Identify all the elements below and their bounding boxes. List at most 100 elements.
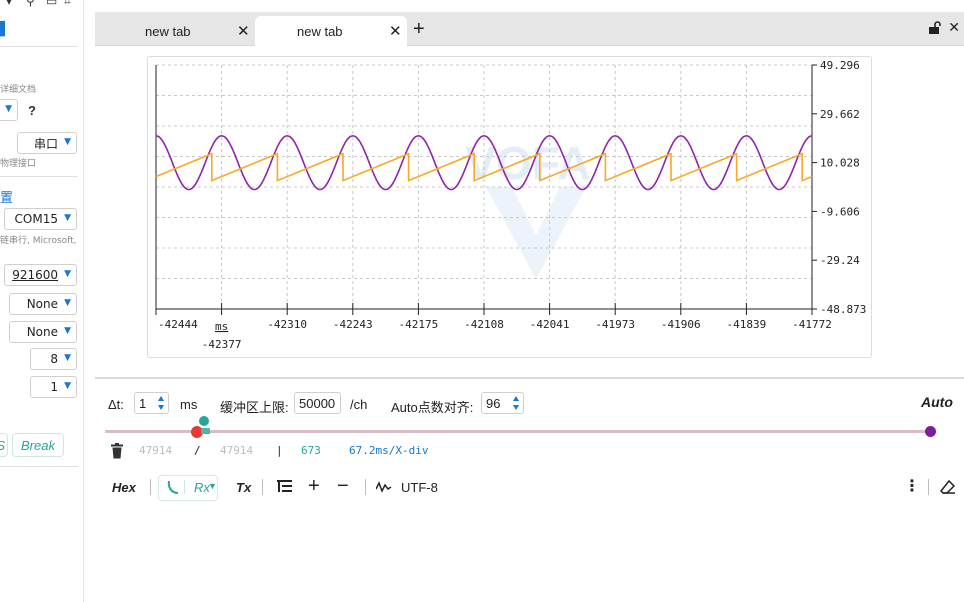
divider	[0, 46, 78, 47]
divider	[365, 479, 366, 495]
x-unit-label: ms	[215, 320, 228, 333]
range-slider-track[interactable]	[105, 430, 931, 433]
stat-separator: /	[194, 444, 201, 457]
plus-icon[interactable]: +	[308, 475, 320, 498]
tab-label: new tab	[297, 23, 343, 39]
auto-align-label: Auto点数对齐:	[391, 400, 474, 415]
trash-icon[interactable]	[110, 443, 124, 459]
section-marker-icon: ▌	[0, 22, 10, 37]
window-close-icon[interactable]: ✕	[948, 19, 960, 36]
range-slider-window[interactable]	[201, 428, 210, 434]
tab-bar: new tab ✕ new tab ✕ + ✕	[95, 12, 964, 46]
spinner-arrows-icon[interactable]	[157, 395, 165, 411]
parity-select[interactable]: None ▼	[9, 293, 77, 315]
title-strip	[95, 0, 964, 12]
divider	[262, 479, 263, 495]
buffer-unit: /ch	[350, 397, 368, 412]
y-tick-label: -9.606	[820, 205, 860, 218]
divider	[928, 479, 929, 495]
break-button[interactable]: Break	[12, 433, 64, 457]
waveform-icon[interactable]	[376, 481, 392, 493]
range-slider-end-handle[interactable]	[925, 426, 936, 437]
x-tick-label: -41973	[595, 318, 635, 331]
data-bits-select[interactable]: 8 ▼	[30, 348, 77, 370]
chevron-down-icon: ▼	[64, 137, 71, 147]
points-count: 673	[301, 444, 321, 457]
plus-icon[interactable]: +	[413, 18, 425, 41]
help-icon[interactable]: ?	[28, 103, 36, 118]
x-tick-label: -42377	[202, 338, 242, 351]
x-tick-label: -42310	[267, 318, 307, 331]
sidebar-top-toolbar: ▾ ⚲ ▭ ⌗	[0, 0, 84, 8]
chevron-down-icon[interactable]: ▼	[208, 481, 217, 491]
x-tick-label: -42243	[333, 318, 373, 331]
app-window: ▾ ⚲ ▭ ⌗ ▌ 详细文档 ▼ ? 串口 ▼ 物理接口 置 COM15 ▼ 链…	[0, 0, 964, 602]
range-slider-window-handle[interactable]	[199, 416, 209, 426]
flow-control-select[interactable]: None ▼	[9, 321, 77, 343]
divider	[150, 479, 151, 495]
divider	[0, 466, 78, 467]
section-title: 置	[0, 191, 14, 206]
buffer-label: 缓冲区上限:	[220, 400, 289, 415]
buffer-value: 50000	[299, 395, 336, 411]
x-tick-label: -42444	[158, 318, 198, 331]
phone-icon[interactable]	[167, 480, 179, 494]
stop-bits-select[interactable]: 1 ▼	[30, 376, 77, 398]
eraser-icon[interactable]	[940, 479, 956, 495]
unlock-icon[interactable]	[928, 21, 942, 35]
chevron-down-icon: ▼	[64, 298, 71, 308]
x-tick-label: -42175	[399, 318, 439, 331]
port-type-select[interactable]: 串口 ▼	[17, 132, 77, 154]
close-icon[interactable]: ✕	[237, 22, 250, 40]
y-tick-label: 29.662	[820, 108, 860, 121]
chevron-down-icon: ▼	[64, 269, 71, 279]
doc-link[interactable]: 详细文档	[0, 82, 36, 95]
divider	[184, 480, 185, 494]
hex-toggle[interactable]: Hex	[112, 480, 136, 495]
line-format-icon[interactable]	[277, 479, 292, 494]
send-button[interactable]: S	[0, 433, 8, 457]
chevron-down-icon: ▼	[64, 326, 71, 336]
chevron-down-icon: ▼	[64, 353, 71, 363]
tab-new-tab-2[interactable]: new tab ✕	[255, 16, 407, 46]
y-tick-label: -29.24	[820, 254, 860, 267]
minus-icon[interactable]: −	[337, 475, 349, 498]
com-port-desc: 链串行, Microsoft,	[0, 236, 77, 246]
encoding-select[interactable]: UTF-8	[401, 480, 438, 495]
chevron-down-icon: ▼	[5, 104, 12, 114]
waveform-chart[interactable]: VOFA49.29629.66210.028-9.606-29.24-48.87…	[148, 57, 873, 359]
file-icon[interactable]: ▭	[46, 0, 57, 8]
data-toolbar: Hex Rx ▼ Tx + − UTF-8 ⋮	[95, 473, 964, 501]
total-count: 47914	[220, 444, 254, 457]
tab-new-tab-1[interactable]: new tab ✕	[95, 16, 253, 46]
y-tick-label: 10.028	[820, 157, 860, 170]
y-tick-label: -48.873	[820, 303, 866, 316]
protocol-select[interactable]: ▼	[0, 99, 18, 121]
stat-bar: |	[276, 444, 283, 457]
chevron-down-icon: ▼	[64, 213, 71, 223]
link-icon[interactable]: ⚲	[26, 0, 35, 8]
spinner-arrows-icon[interactable]	[512, 395, 520, 411]
x-tick-label: -42041	[530, 318, 570, 331]
dt-value: 1	[139, 395, 147, 411]
tx-toggle[interactable]: Tx	[236, 480, 251, 495]
baud-rate-select[interactable]: 921600 ▼	[4, 264, 77, 286]
waveform-panel[interactable]: VOFA 49.296 29.662 10.028 -9.606 -29.24 -48.87…	[147, 56, 872, 358]
x-tick-label: -41839	[727, 318, 767, 331]
received-count: 47914	[139, 444, 173, 457]
watermark-logo-shape	[486, 187, 586, 279]
close-icon[interactable]: ✕	[389, 22, 402, 40]
auto-button[interactable]: Auto	[921, 394, 953, 410]
sidebar: ▾ ⚲ ▭ ⌗ ▌ 详细文档 ▼ ? 串口 ▼ 物理接口 置 COM15 ▼ 链…	[0, 0, 84, 602]
dt-label: Δt:	[108, 397, 124, 412]
com-port-select[interactable]: COM15 ▼	[4, 208, 77, 230]
buffer-input[interactable]: 50000	[294, 392, 341, 414]
chevron-down-icon[interactable]: ▾	[6, 0, 12, 8]
y-tick-label: 49.296	[820, 59, 860, 72]
x-tick-label: -41906	[661, 318, 701, 331]
splitter[interactable]	[95, 377, 964, 379]
capture-icon[interactable]: ⌗	[64, 0, 71, 9]
more-vert-icon[interactable]: ⋮	[904, 476, 920, 496]
port-type-hint: 物理接口	[0, 159, 37, 169]
x-tick-label: -41772	[792, 318, 832, 331]
